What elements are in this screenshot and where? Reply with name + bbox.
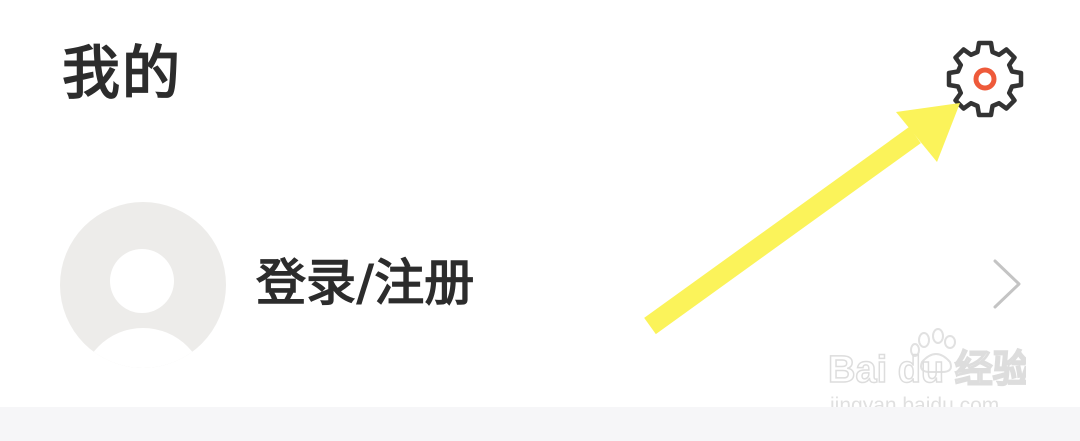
login-register-label[interactable]: 登录/注册 (256, 256, 474, 311)
avatar[interactable] (60, 202, 226, 368)
chevron-right-icon (990, 258, 1024, 310)
avatar-body-shape (80, 328, 206, 368)
my-page-screen: 我的 登录/注册 Bai du 经验 jingyan.baidu.com (0, 0, 1080, 441)
avatar-head-shape (110, 249, 174, 313)
watermark: Bai du 经验 jingyan.baidu.com (826, 320, 1026, 420)
page-title: 我的 (62, 39, 183, 107)
settings-button[interactable] (946, 40, 1024, 118)
gear-icon (946, 40, 1024, 118)
watermark-brand: Bai du 经验 (828, 349, 1026, 391)
section-divider (0, 407, 1080, 441)
